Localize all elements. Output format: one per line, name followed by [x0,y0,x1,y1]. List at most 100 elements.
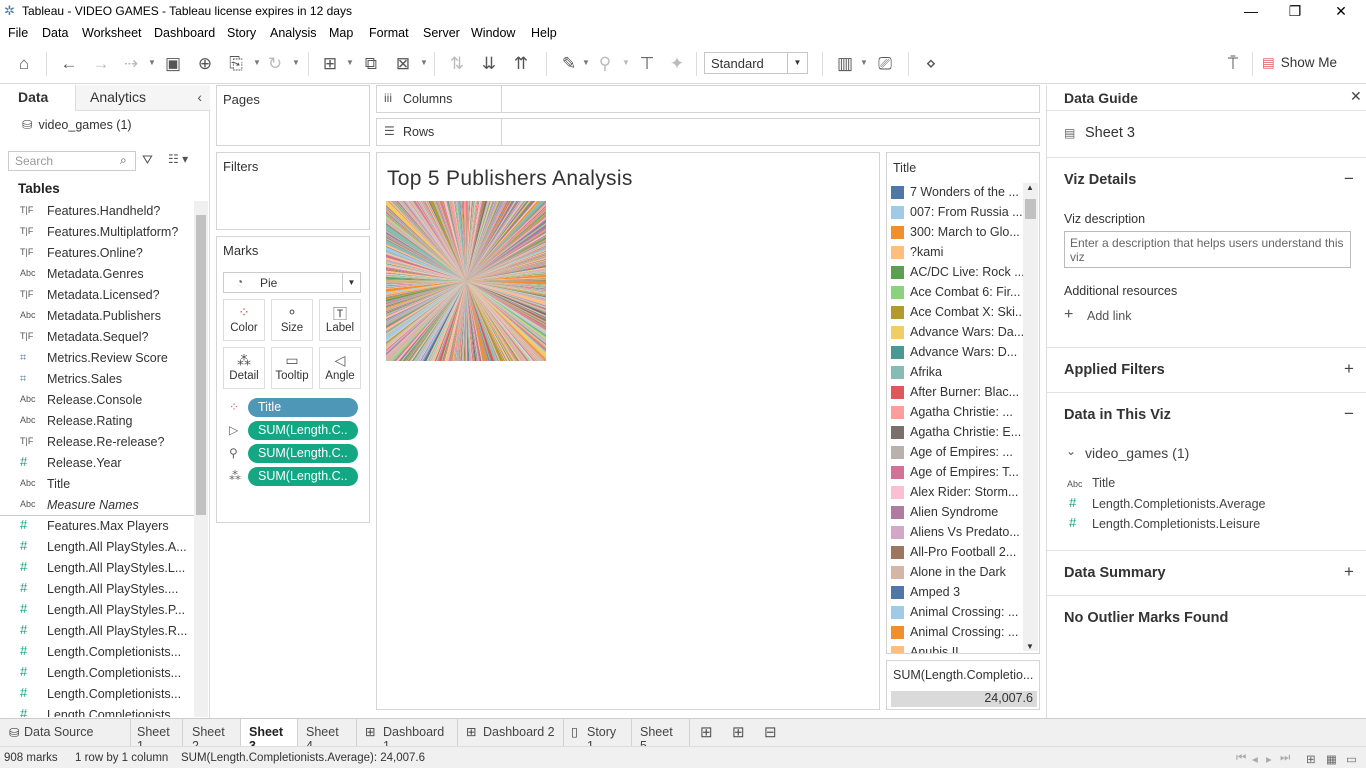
viz-description-input[interactable]: Enter a description that helps users und… [1064,231,1351,268]
field-item[interactable]: ⌗ Metrics.Review Score [0,348,194,369]
legend-item[interactable]: Afrika [891,363,1023,383]
legend-item[interactable]: Alien Syndrome [891,503,1023,523]
new-worksheet-icon[interactable]: ⊞ [319,53,341,75]
legend-item[interactable]: Animal Crossing: ... [891,623,1023,643]
menu-server[interactable]: Server [423,26,460,40]
applied-filters-header[interactable]: Applied Filters [1064,362,1165,378]
scrollbar-thumb[interactable] [196,215,206,515]
new-worksheet-icon[interactable]: ⊞ [700,723,713,741]
group-icon[interactable]: ⚲ [594,53,616,75]
save-icon[interactable]: ▣ [162,53,184,75]
filter-icon[interactable]: ⛛ [142,152,153,168]
datasource-item[interactable]: ⛁ video_games (1) [22,117,132,132]
tab-data-source[interactable]: ⛁ Data Source [0,719,131,747]
fit-dropdown[interactable]: Standard ▼ [704,52,808,74]
new-story-icon[interactable]: ⊟ [764,723,777,741]
field-item[interactable]: # Features.Max Players [0,516,194,537]
field-item[interactable]: # Release.Year [0,453,194,474]
grid-view-icon[interactable]: ⊞ [1306,752,1316,766]
field-item[interactable]: # Length.All PlayStyles.P... [0,600,194,621]
refresh-icon[interactable]: ↻ [264,53,286,75]
chevron-down-icon[interactable]: ▼ [420,58,428,67]
chevron-down-icon[interactable]: ▼ [253,58,261,67]
menu-window[interactable]: Window [471,26,515,40]
tab-sheet-3[interactable]: Sheet 3 [241,719,298,753]
legend-item[interactable]: Advance Wars: D... [891,343,1023,363]
scroll-up-icon[interactable]: ▲ [1026,183,1034,192]
field-item[interactable]: # Length.Completionists... [0,684,194,705]
tab-sheet-2[interactable]: Sheet 2 [183,719,241,753]
legend-item[interactable]: Ace Combat X: Ski... [891,303,1023,323]
legend-item[interactable]: Anubis II [891,643,1023,653]
field-item[interactable]: T|F Metadata.Sequel? [0,327,194,348]
size-button[interactable]: ⚬ Size [271,299,313,341]
menu-analysis[interactable]: Analysis [270,26,317,40]
show-me-button[interactable]: ▤ Show Me [1262,55,1337,71]
new-dashboard-icon[interactable]: ⊞ [732,723,745,741]
field-item[interactable]: # Length.All PlayStyles.R... [0,621,194,642]
expand-icon[interactable]: + [1344,359,1354,379]
collapse-icon[interactable]: ‹ [197,89,202,105]
view-list-icon[interactable]: ☷ ▾ [168,152,188,166]
collapse-icon[interactable]: − [1344,169,1354,189]
legend-item[interactable]: AC/DC Live: Rock ... [891,263,1023,283]
legend-scrollbar[interactable]: ▲ ▼ [1023,183,1038,651]
pie-chart[interactable] [386,201,546,361]
chevron-down-icon[interactable]: ▼ [292,58,300,67]
field-list-scrollbar[interactable] [194,201,208,717]
field-item[interactable]: Abc Release.Console [0,390,194,411]
redo-icon[interactable]: → [90,53,112,75]
presentation-mode-icon[interactable]: ⎚ [874,53,896,75]
add-link-button[interactable]: Add link [1087,309,1131,323]
plus-icon[interactable]: + [1064,306,1073,324]
legend-item[interactable]: All-Pro Football 2... [891,543,1023,563]
chevron-down-icon[interactable]: ▼ [148,58,156,67]
menu-format[interactable]: Format [369,26,409,40]
tab-sheet-5[interactable]: Sheet 5 [632,719,690,753]
mark-type-dropdown[interactable]: ◔ Pie ▼ [223,272,361,293]
field-item[interactable]: ⌗ Metrics.Sales [0,369,194,390]
highlight-icon[interactable]: ✎ [558,53,580,75]
tab-story-1[interactable]: ▯Story 1 [564,719,632,753]
data-guide-icon[interactable]: ⍑ [1222,53,1244,75]
nav-prev-icon[interactable]: ◂ [1252,752,1258,766]
fix-axes-icon[interactable]: ✦ [666,53,688,75]
pause-updates-icon[interactable]: ⎘ [225,53,247,75]
measure-angle-pill[interactable]: SUM(Length.C.. [248,421,358,440]
pages-shelf[interactable]: Pages [216,85,370,146]
nav-last-icon[interactable]: ⏭ [1280,752,1290,765]
field-item[interactable]: T|F Features.Multiplatform? [0,222,194,243]
duplicate-sheet-icon[interactable]: ⧉ [360,53,382,75]
legend-item[interactable]: Aliens Vs Predato... [891,523,1023,543]
legend-item[interactable]: Animal Crossing: ... [891,603,1023,623]
chevron-down-icon[interactable]: ▼ [346,58,354,67]
field-item[interactable]: T|F Features.Handheld? [0,201,194,222]
tab-sheet-4[interactable]: Sheet 4 [298,719,357,753]
close-icon[interactable]: ✕ [1350,88,1362,105]
sort-ascending-icon[interactable]: ⇊ [478,53,500,75]
legend-item[interactable]: Agatha Christie: E... [891,423,1023,443]
expand-icon[interactable]: + [1344,562,1354,582]
tab-dashboard-2[interactable]: ⊞ Dashboard 2 [458,719,564,747]
worksheet-view[interactable]: Top 5 Publishers Analysis [376,152,880,710]
menu-data[interactable]: Data [42,26,68,40]
legend-item[interactable]: Agatha Christie: ... [891,403,1023,423]
field-item[interactable]: Abc Release.Rating [0,411,194,432]
search-input[interactable]: Search [8,151,136,171]
show-labels-icon[interactable]: ⊤ [636,53,658,75]
legend-item[interactable]: Alex Rider: Storm... [891,483,1023,503]
legend-item[interactable]: 007: From Russia ... [891,203,1023,223]
home-icon[interactable]: ⌂ [13,53,35,75]
viz-details-header[interactable]: Viz Details [1064,172,1136,188]
rows-shelf[interactable]: ☰ Rows [376,118,1040,146]
nav-first-icon[interactable]: ⏮ [1236,752,1246,765]
field-item[interactable]: # Length.All PlayStyles.A... [0,537,194,558]
new-datasource-icon[interactable]: ⊕ [194,53,216,75]
show-cards-icon[interactable]: ▥ [834,53,856,75]
tab-analytics[interactable]: Analytics ‹ [76,85,210,111]
field-item[interactable]: # Length.All PlayStyles.L... [0,558,194,579]
legend-item[interactable]: Age of Empires: T... [891,463,1023,483]
color-button[interactable]: ⁘ Color [223,299,265,341]
legend-item[interactable]: Advance Wars: Da... [891,323,1023,343]
menu-file[interactable]: File [8,26,28,40]
